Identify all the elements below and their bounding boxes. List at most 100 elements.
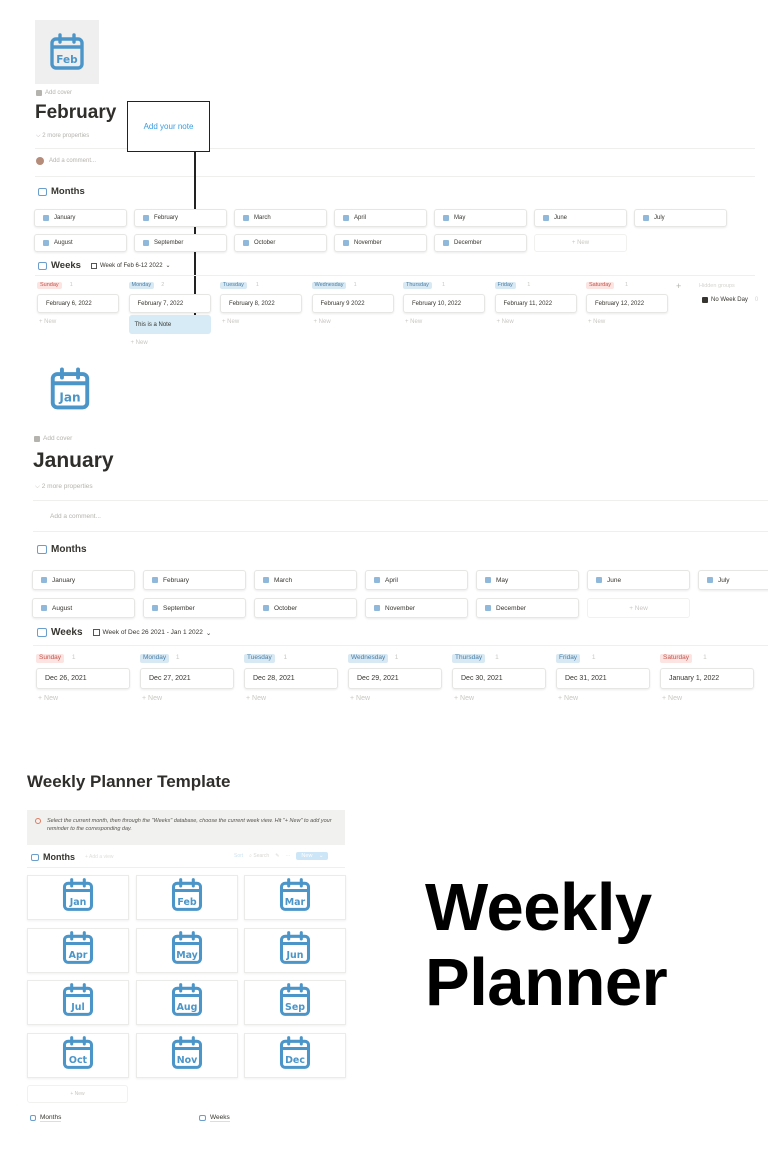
month-tile[interactable]: Apr: [27, 927, 129, 973]
month-tile[interactable]: Jan: [27, 875, 129, 920]
comment-input[interactable]: Add a comment...: [36, 157, 96, 165]
month-card[interactable]: March: [254, 570, 357, 590]
month-card[interactable]: November: [334, 234, 427, 252]
hidden-group-no-week-day[interactable]: No Week Day 0: [702, 297, 758, 303]
day-card[interactable]: January 1, 2022: [660, 668, 754, 689]
template-title: Weekly Planner Template: [27, 772, 231, 791]
sort-button[interactable]: Sort: [234, 853, 243, 859]
add-new-button[interactable]: + New: [142, 695, 162, 702]
add-new-button[interactable]: + New: [497, 319, 514, 325]
month-card[interactable]: February: [143, 570, 246, 590]
month-card[interactable]: August: [32, 598, 135, 618]
month-tile[interactable]: Feb: [135, 875, 238, 920]
day-card[interactable]: February 7, 2022: [128, 294, 211, 313]
add-new-button[interactable]: + New: [314, 319, 331, 325]
comment-input[interactable]: Add a comment...: [50, 513, 101, 520]
note-card[interactable]: This is a Note: [128, 315, 211, 334]
day-card[interactable]: Dec 31, 2021: [556, 668, 650, 689]
add-cover-button[interactable]: Add cover: [34, 435, 72, 442]
month-card[interactable]: January: [32, 570, 135, 590]
month-tile[interactable]: May: [135, 927, 238, 973]
month-card[interactable]: November: [365, 598, 468, 618]
day-card[interactable]: February 12, 2022: [586, 294, 668, 313]
view-selector[interactable]: Week of Feb 6-12 2022 ⌄: [90, 262, 171, 269]
month-tile[interactable]: Jun: [244, 927, 346, 973]
day-card[interactable]: February 10, 2022: [403, 294, 485, 313]
new-tile-button[interactable]: + New: [27, 1085, 128, 1103]
month-tile[interactable]: Dec: [244, 1032, 346, 1078]
calendar-icon: Feb: [47, 32, 87, 72]
day-card[interactable]: February 6, 2022: [37, 294, 119, 313]
day-card[interactable]: Dec 29, 2021: [348, 668, 442, 689]
months-db-header[interactable]: Months: [37, 544, 87, 555]
day-count: 1: [442, 282, 445, 288]
add-new-button[interactable]: + New: [405, 319, 422, 325]
calendar-icon: [485, 577, 491, 583]
month-card[interactable]: January: [34, 209, 127, 227]
search-button[interactable]: ⌕ Search: [249, 853, 269, 859]
day-card[interactable]: February 8, 2022: [220, 294, 302, 313]
months-db-header[interactable]: Months: [38, 186, 85, 197]
add-group-button[interactable]: +: [676, 281, 681, 291]
add-new-button[interactable]: + New: [588, 319, 605, 325]
month-card[interactable]: July: [634, 209, 727, 227]
weeks-db-header[interactable]: Weeks Week of Dec 26 2021 - Jan 1 2022 ⌄: [37, 627, 211, 638]
jan-page-icon[interactable]: Jan: [47, 366, 93, 412]
new-button[interactable]: New ⌄: [296, 852, 329, 860]
month-card[interactable]: April: [365, 570, 468, 590]
day-card-date: February 8, 2022: [229, 300, 275, 307]
image-icon: [34, 435, 40, 442]
edit-icon[interactable]: ✎: [275, 853, 279, 859]
weeks-db-header[interactable]: Weeks Week of Feb 6-12 2022 ⌄: [38, 260, 171, 271]
months-db-header[interactable]: Months + Add a view: [31, 852, 114, 862]
day-card[interactable]: Dec 27, 2021: [140, 668, 234, 689]
month-tile[interactable]: Oct: [27, 1032, 129, 1078]
month-card[interactable]: August: [34, 234, 127, 252]
day-card[interactable]: Dec 28, 2021: [244, 668, 338, 689]
new-month-button[interactable]: + New: [587, 598, 690, 618]
day-card-date: February 7, 2022: [137, 300, 184, 307]
day-card[interactable]: February 11, 2022: [494, 294, 577, 313]
add-new-button[interactable]: + New: [454, 695, 474, 702]
link-weeks[interactable]: Weeks: [199, 1114, 230, 1122]
month-card[interactable]: July: [698, 570, 768, 590]
more-properties-toggle[interactable]: ⌵ 2 more properties: [35, 483, 93, 491]
month-card[interactable]: September: [143, 598, 246, 618]
day-card[interactable]: February 9 2022: [311, 294, 394, 313]
more-properties-toggle[interactable]: ⌵ 2 more properties: [36, 133, 89, 140]
month-tile[interactable]: Jul: [27, 980, 129, 1025]
month-tile[interactable]: Sep: [244, 980, 346, 1025]
add-cover-button[interactable]: Add cover: [36, 90, 72, 96]
month-card[interactable]: June: [534, 209, 627, 227]
day-card[interactable]: Dec 30, 2021: [452, 668, 546, 689]
view-selector[interactable]: Week of Dec 26 2021 - Jan 1 2022 ⌄: [92, 629, 211, 637]
month-card[interactable]: April: [334, 209, 427, 227]
month-card[interactable]: February: [134, 209, 227, 227]
add-new-button[interactable]: + New: [222, 319, 239, 325]
month-card[interactable]: May: [434, 209, 527, 227]
link-months[interactable]: Months: [30, 1114, 62, 1122]
add-new-button[interactable]: + New: [131, 340, 148, 346]
month-tile[interactable]: Mar: [244, 875, 346, 920]
day-card[interactable]: Dec 26, 2021: [36, 668, 130, 689]
add-new-button[interactable]: + New: [350, 695, 370, 702]
month-card[interactable]: March: [234, 209, 327, 227]
month-tile[interactable]: Nov: [135, 1032, 238, 1078]
add-new-button[interactable]: + New: [246, 695, 266, 702]
month-tile[interactable]: Aug: [135, 980, 238, 1025]
month-card[interactable]: September: [134, 234, 227, 252]
new-month-button[interactable]: + New: [534, 234, 627, 252]
add-new-button[interactable]: + New: [39, 319, 56, 325]
month-card[interactable]: October: [254, 598, 357, 618]
add-new-button[interactable]: + New: [558, 695, 578, 702]
add-new-button[interactable]: + New: [38, 695, 58, 702]
add-view-button[interactable]: + Add a view: [85, 854, 114, 860]
more-icon[interactable]: ···: [285, 853, 290, 859]
feb-page-icon[interactable]: Feb: [35, 20, 99, 84]
month-card[interactable]: December: [434, 234, 527, 252]
month-card[interactable]: June: [587, 570, 690, 590]
month-card[interactable]: May: [476, 570, 579, 590]
month-card[interactable]: October: [234, 234, 327, 252]
add-new-button[interactable]: + New: [662, 695, 682, 702]
month-card[interactable]: December: [476, 598, 579, 618]
